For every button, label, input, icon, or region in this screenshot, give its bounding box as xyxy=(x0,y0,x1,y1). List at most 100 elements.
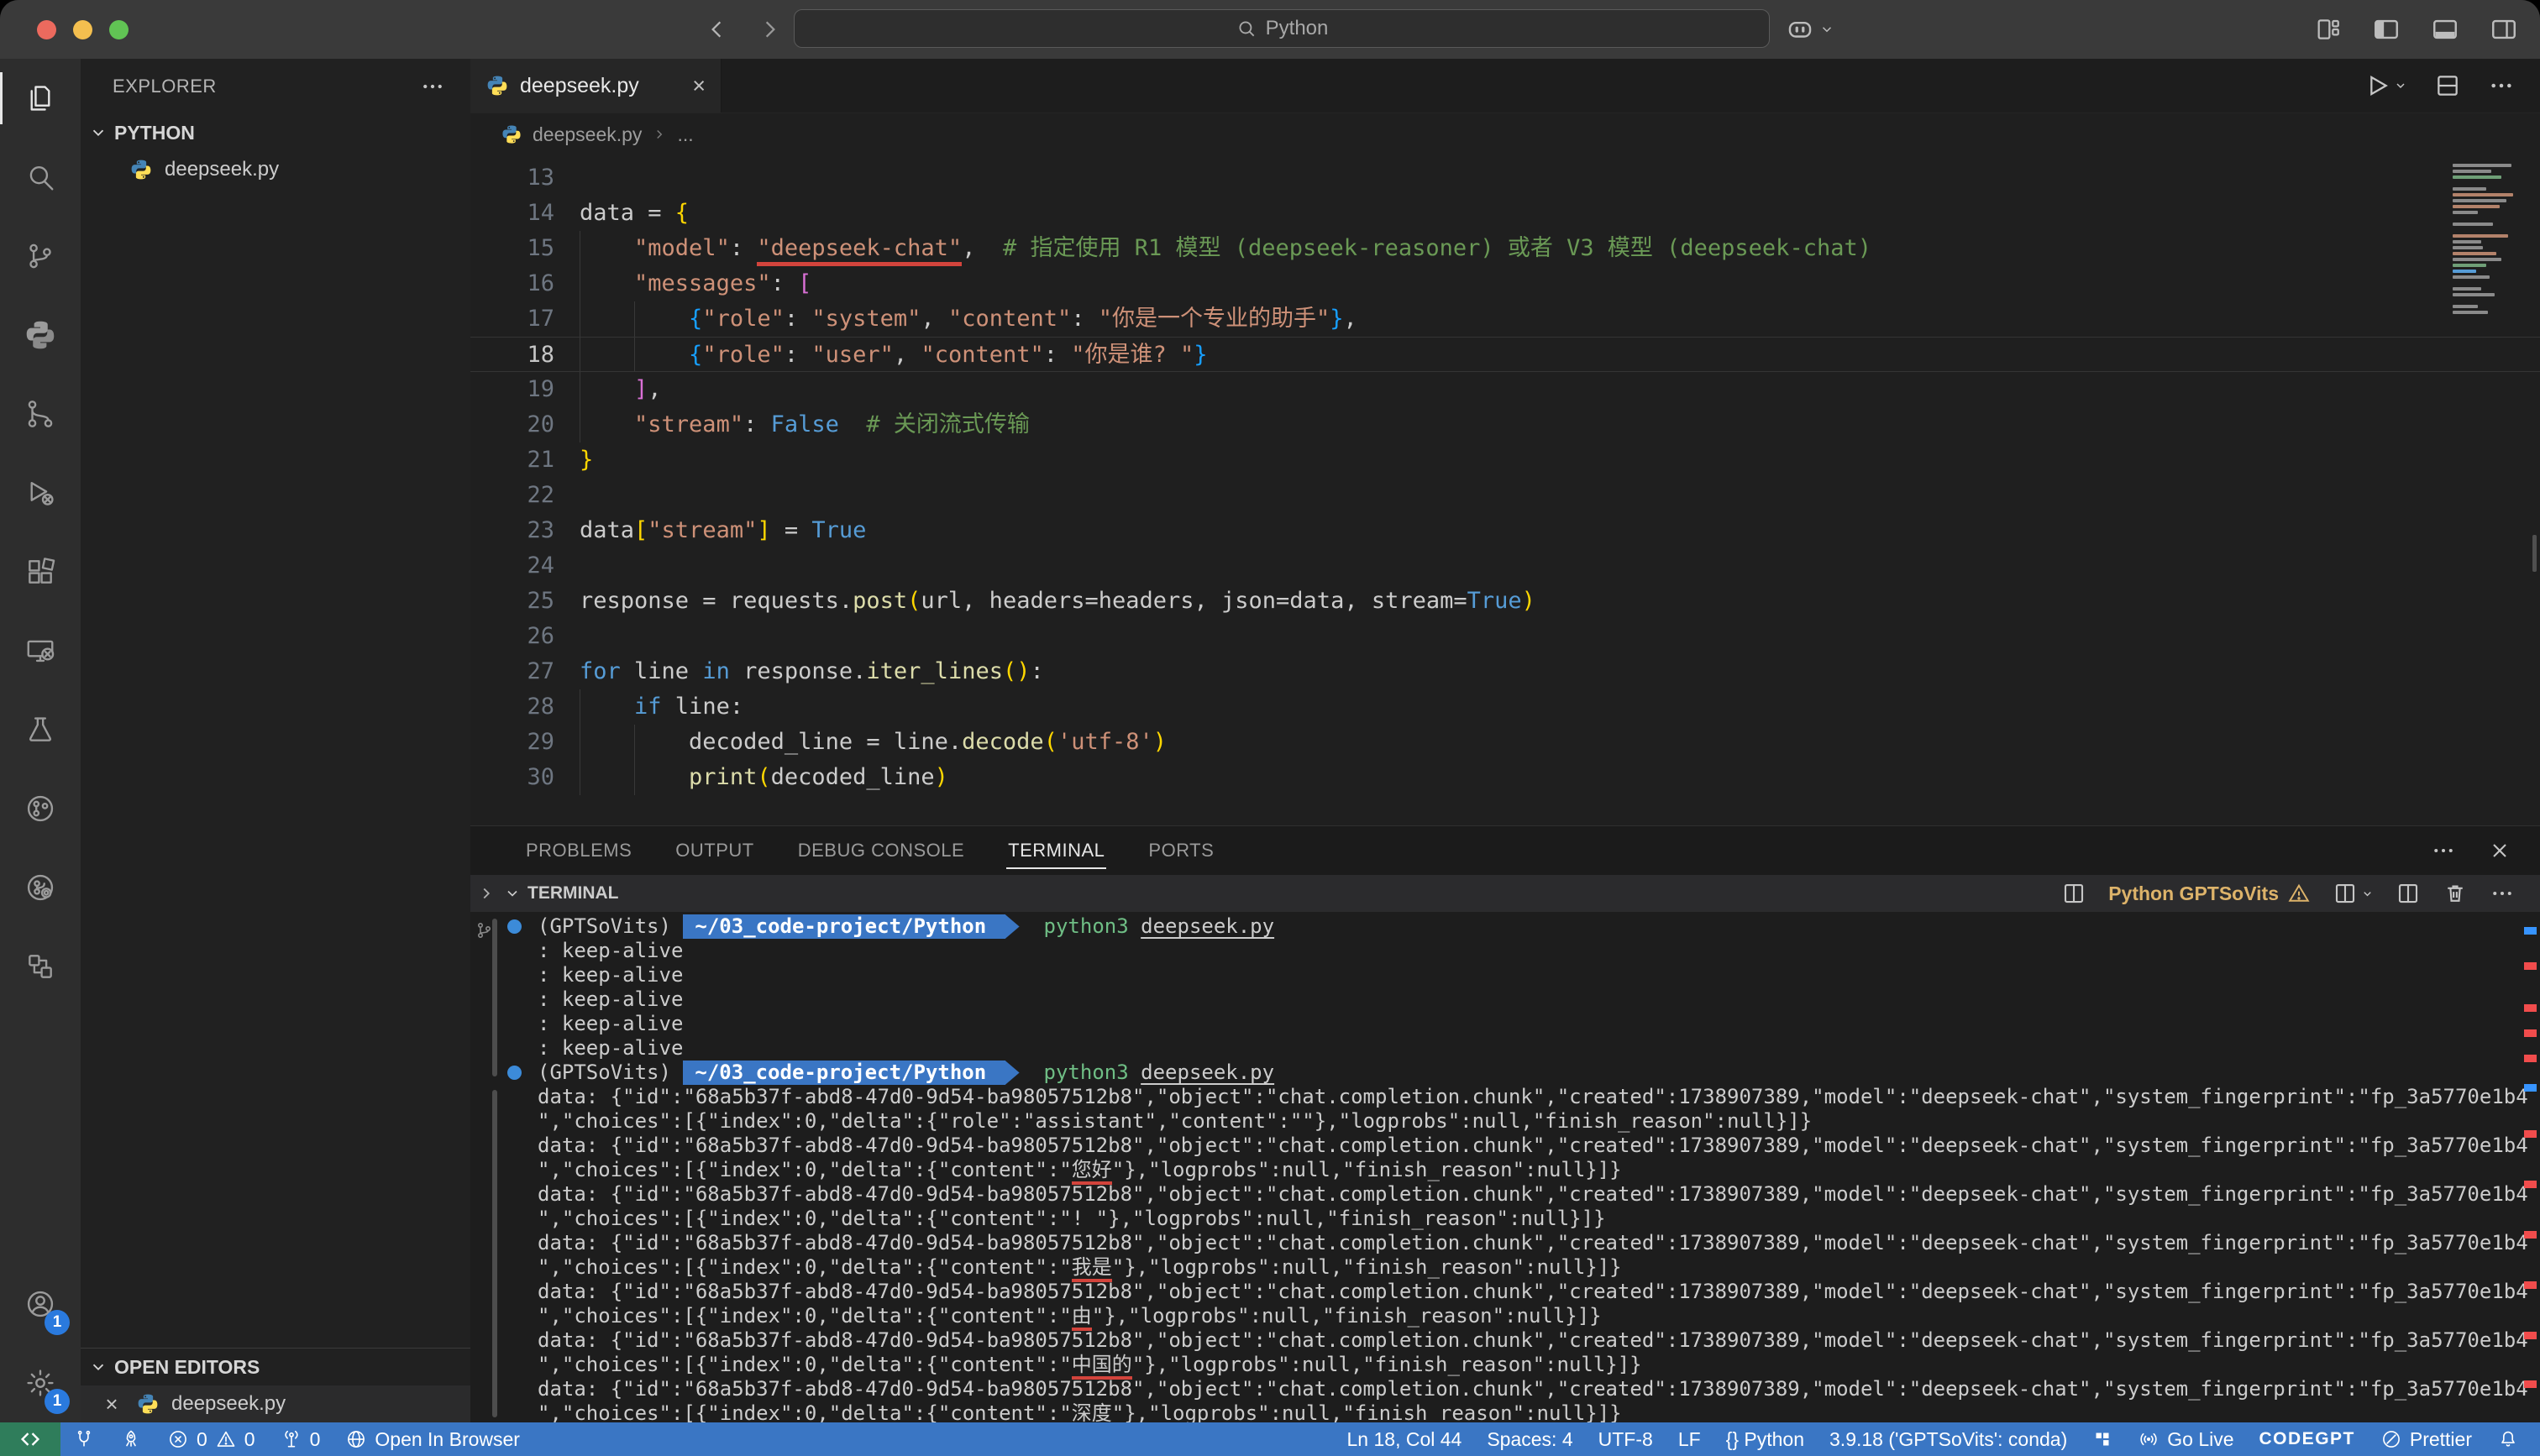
panel-tab-terminal[interactable]: TERMINAL xyxy=(986,826,1126,875)
code-line-24[interactable]: 24 xyxy=(470,548,2540,584)
remote-indicator[interactable] xyxy=(0,1422,60,1456)
more-actions-icon[interactable] xyxy=(2488,72,2515,99)
back-icon[interactable] xyxy=(704,16,731,43)
status-indentation[interactable]: Spaces: 4 xyxy=(1474,1422,1585,1456)
status-problems[interactable]: 00 xyxy=(155,1422,268,1456)
close-window-button[interactable] xyxy=(37,19,56,39)
code-line-15[interactable]: 15 "model": "deepseek-chat", # 指定使用 R1 模… xyxy=(470,231,2540,266)
open-editor-item[interactable]: × deepseek.py xyxy=(81,1385,470,1422)
toggle-panel-icon[interactable] xyxy=(2431,15,2459,44)
status-forwarded-ports[interactable]: 0 xyxy=(268,1422,333,1456)
status-open-in-browser[interactable]: Open In Browser xyxy=(333,1422,533,1456)
activity-run-debug-icon[interactable] xyxy=(0,453,81,532)
editor-scrollbar[interactable] xyxy=(2532,535,2537,572)
split-terminal-icon[interactable] xyxy=(2333,881,2374,906)
activity-testing-icon[interactable] xyxy=(0,690,81,769)
titlebar-layout-controls xyxy=(2315,0,2518,59)
code-line-30[interactable]: 30 print(decoded_line) xyxy=(470,760,2540,795)
code-line-25[interactable]: 25 response = requests.post(url, headers=… xyxy=(470,584,2540,619)
open-editors-section[interactable]: OPEN EDITORS xyxy=(81,1349,470,1385)
code-text: data["stream"] = True xyxy=(580,517,867,543)
code-line-27[interactable]: 27 for line in response.iter_lines(): xyxy=(470,654,2540,689)
status-python-interpreter[interactable]: 3.9.18 ('GPTSoVits': conda) xyxy=(1817,1422,2080,1456)
activity-python-icon[interactable] xyxy=(0,296,81,374)
code-line-14[interactable]: 14 data = { xyxy=(470,196,2540,231)
run-python-button[interactable] xyxy=(2364,72,2407,99)
status-notifications[interactable] xyxy=(2485,1422,2532,1456)
panel-tab-debug-console[interactable]: DEBUG CONSOLE xyxy=(776,826,986,875)
code-line-23[interactable]: 23 data["stream"] = True xyxy=(470,513,2540,548)
activity-code-stream-icon[interactable] xyxy=(0,848,81,927)
activity-explorer-icon[interactable] xyxy=(0,59,81,138)
breadcrumb-more[interactable]: ... xyxy=(677,123,693,146)
forward-icon[interactable] xyxy=(756,16,783,43)
zoom-window-button[interactable] xyxy=(109,19,129,39)
code-line-20[interactable]: 20 "stream": False # 关闭流式传输 xyxy=(470,407,2540,443)
code-line-26[interactable]: 26 xyxy=(470,619,2540,654)
code-line-18[interactable]: 18 {"role": "user", "content": "你是谁? "} xyxy=(470,337,2540,372)
code-line-21[interactable]: 21} xyxy=(470,443,2540,478)
code-line-16[interactable]: 16 "messages": [ xyxy=(470,266,2540,301)
terminal-more-actions-icon[interactable] xyxy=(2490,881,2515,906)
panel-tab-ports[interactable]: PORTS xyxy=(1126,826,1236,875)
toggle-secondary-sidebar-icon[interactable] xyxy=(2490,15,2518,44)
active-terminal-name[interactable]: Python GPTSoVits xyxy=(2108,882,2311,905)
history-nav xyxy=(704,0,783,59)
activity-search-icon[interactable] xyxy=(0,138,81,217)
status-eol[interactable]: LF xyxy=(1666,1422,1713,1456)
status-codegpt-rocket[interactable] xyxy=(108,1422,155,1456)
code-editor[interactable]: 13 14 data = {15 "model": "deepseek-chat",… xyxy=(470,155,2540,825)
activity-accounts-icon[interactable]: 1 xyxy=(0,1265,81,1343)
split-editor-icon[interactable] xyxy=(2434,72,2461,99)
close-tab-icon[interactable]: × xyxy=(692,73,706,99)
code-line-29[interactable]: 29 decoded_line = line.decode('utf-8') xyxy=(470,725,2540,760)
tower-icon xyxy=(281,1428,302,1450)
line-number: 16 xyxy=(527,270,554,296)
command-center-search[interactable]: Python xyxy=(794,9,1770,48)
terminal-output[interactable]: (GPTSoVits) ~/03_code-project/Python pyt… xyxy=(470,912,2540,1422)
status-cursor-position[interactable]: Ln 18, Col 44 xyxy=(1335,1422,1475,1456)
folder-section-python[interactable]: PYTHON xyxy=(81,114,470,151)
status-language-mode[interactable]: {} Python xyxy=(1713,1422,1817,1456)
panel-more-actions-icon[interactable] xyxy=(2431,838,2456,863)
activity-circle-branch-icon[interactable] xyxy=(0,769,81,848)
status-prettier[interactable]: Prettier xyxy=(2368,1422,2485,1456)
close-icon[interactable]: × xyxy=(99,1391,124,1417)
status-extension-blocks[interactable] xyxy=(2080,1422,2125,1456)
copilot-menu[interactable] xyxy=(1786,0,1834,59)
panel-tab-problems[interactable]: PROBLEMS xyxy=(504,826,653,875)
close-panel-icon[interactable] xyxy=(2488,839,2511,862)
breadcrumb-file[interactable]: deepseek.py xyxy=(533,123,642,146)
activity-extensions-icon[interactable] xyxy=(0,532,81,611)
panel-tab-output[interactable]: OUTPUT xyxy=(653,826,775,875)
activity-source-control-icon[interactable] xyxy=(0,217,81,296)
code-line-19[interactable]: 19 ], xyxy=(470,372,2540,407)
status-go-live[interactable]: Go Live xyxy=(2125,1422,2246,1456)
code-line-22[interactable]: 22 xyxy=(470,478,2540,513)
new-terminal-pane-icon[interactable] xyxy=(2396,881,2421,906)
code-line-13[interactable]: 13 xyxy=(470,160,2540,196)
code-line-28[interactable]: 28 if line: xyxy=(470,689,2540,725)
minimize-window-button[interactable] xyxy=(73,19,92,39)
terminal-section-label: TERMINAL xyxy=(527,883,619,903)
file-item-deepseek[interactable]: deepseek.py xyxy=(81,151,470,188)
terminal-tabs-icon[interactable] xyxy=(2061,881,2086,906)
panel-chevron-icon[interactable] xyxy=(470,884,504,903)
kill-terminal-icon[interactable] xyxy=(2443,881,2468,906)
minimap[interactable] xyxy=(2453,164,2527,317)
status-codegpt[interactable]: CODEGPT xyxy=(2247,1422,2368,1456)
activity-remote-explorer-icon[interactable] xyxy=(0,611,81,690)
activity-git-graph-icon[interactable] xyxy=(0,374,81,453)
code-line-17[interactable]: 17 {"role": "system", "content": "你是一个专业… xyxy=(470,301,2540,337)
activity-organization-icon[interactable] xyxy=(0,927,81,1006)
chevron-down-icon[interactable] xyxy=(504,885,521,902)
status-encoding[interactable]: UTF-8 xyxy=(1586,1422,1666,1456)
customize-layout-icon[interactable] xyxy=(2315,16,2342,43)
activity-settings-icon[interactable]: 1 xyxy=(0,1343,81,1422)
toggle-sidebar-icon[interactable] xyxy=(2372,15,2401,44)
line-number: 29 xyxy=(527,729,554,755)
explorer-actions-icon[interactable] xyxy=(420,74,445,99)
status-tunnel[interactable] xyxy=(60,1422,108,1456)
tab-deepseek-py[interactable]: deepseek.py × xyxy=(470,59,722,113)
breadcrumb[interactable]: deepseek.py ... xyxy=(470,113,2540,155)
